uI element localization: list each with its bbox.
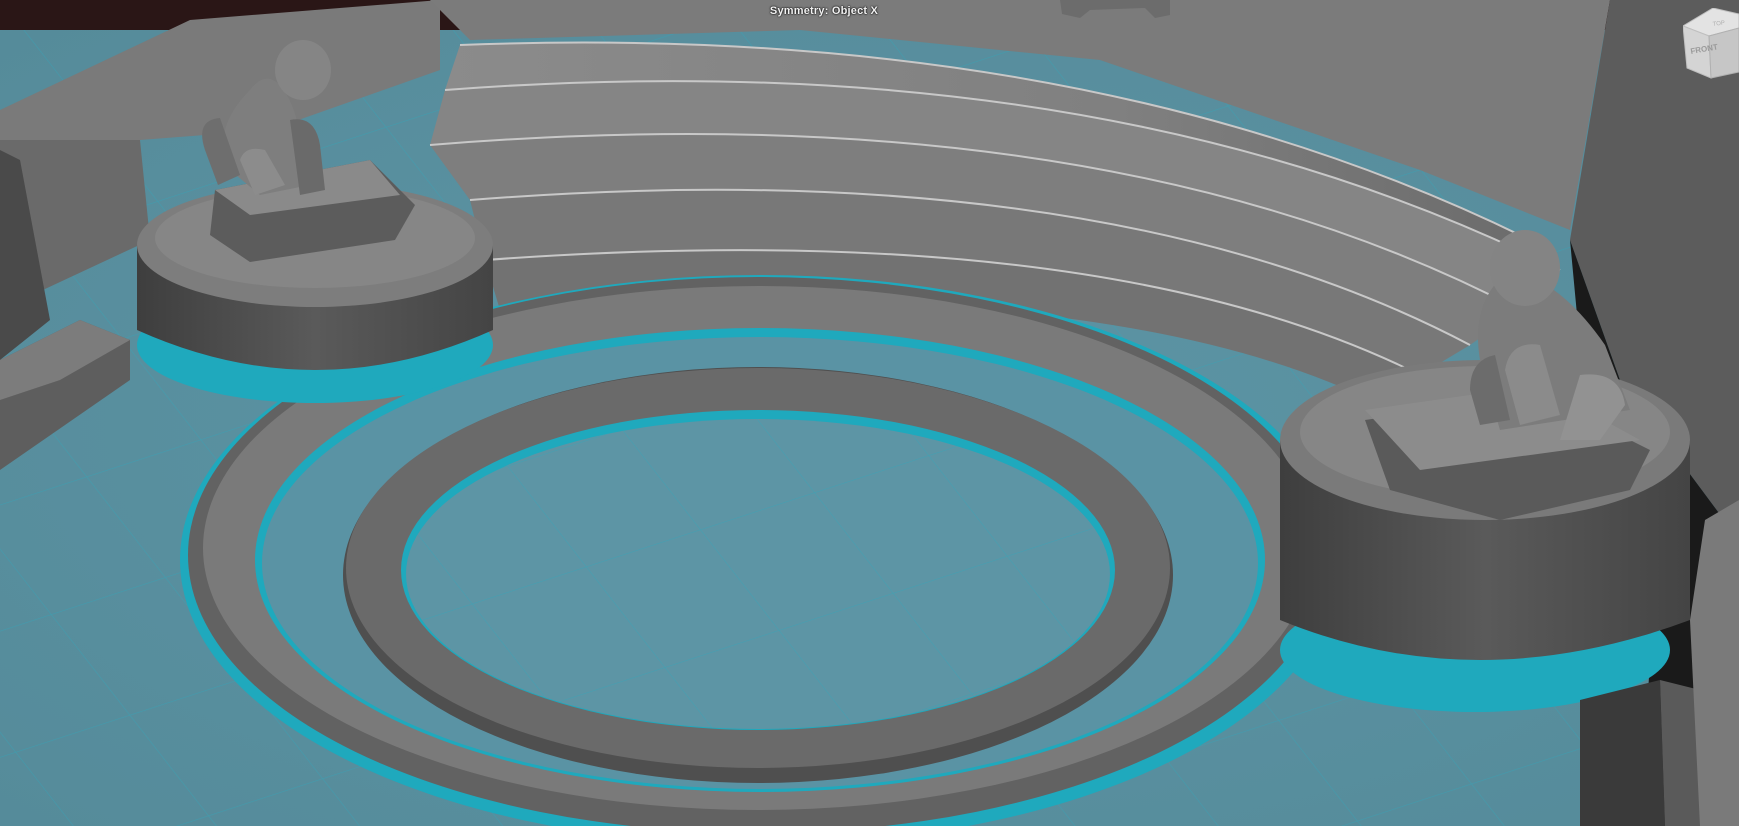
- viewport-scene[interactable]: [0, 0, 1739, 826]
- view-cube-icon[interactable]: TOP FRONT: [1683, 8, 1739, 80]
- 3d-viewport[interactable]: Symmetry: Object X TOP FRONT: [0, 0, 1739, 826]
- view-cube-side-face[interactable]: [1708, 27, 1739, 79]
- central-pool-grid: [406, 419, 1110, 729]
- right-lower-column: [1580, 680, 1665, 826]
- symmetry-status-label: Symmetry: Object X: [769, 5, 879, 17]
